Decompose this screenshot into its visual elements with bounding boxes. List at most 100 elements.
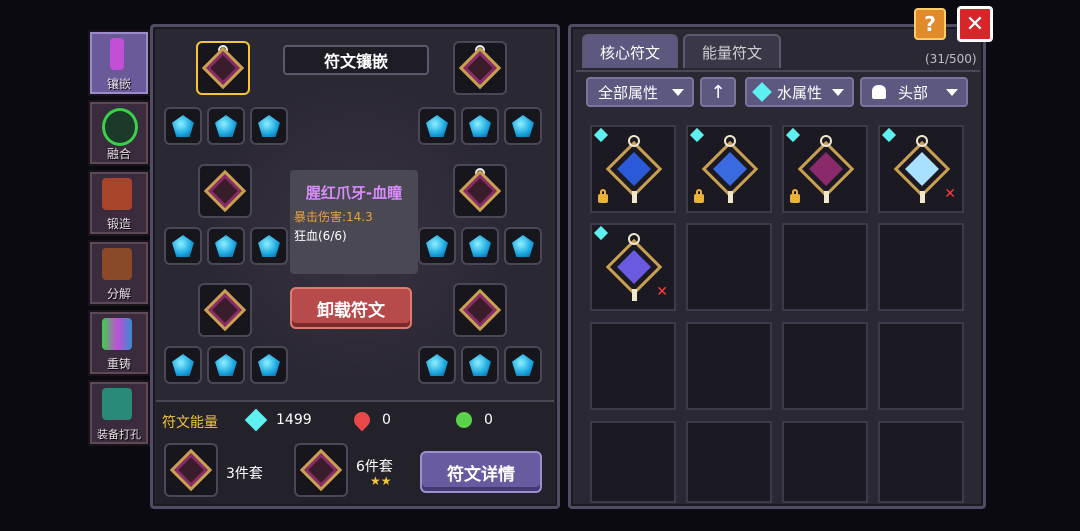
water-gem-icon	[469, 115, 491, 137]
tab-label: 分解	[106, 287, 131, 301]
panel-title: 符文镶嵌	[283, 45, 429, 75]
energy-slot[interactable]	[504, 227, 542, 265]
energy-slot[interactable]	[461, 107, 499, 145]
tab-label: 重铸	[106, 357, 131, 371]
rune-count: (31/500)	[925, 52, 977, 66]
inventory-slot[interactable]	[782, 125, 868, 213]
set6-slot[interactable]	[294, 443, 348, 497]
tab-socket[interactable]: 装备打孔	[88, 380, 150, 446]
energy-slot[interactable]	[504, 107, 542, 145]
close-icon: ✕	[656, 284, 668, 300]
energy-slot[interactable]	[164, 346, 202, 384]
tab-energy-runes[interactable]: 能量符文	[683, 34, 781, 68]
core-slot-mid-right[interactable]	[453, 164, 507, 218]
tab-inlay[interactable]: 镶嵌	[88, 30, 150, 96]
unload-rune-button[interactable]: 卸载符文	[290, 287, 412, 329]
rune-detail-button[interactable]: 符文详情	[420, 451, 542, 493]
lock-icon	[694, 189, 704, 203]
inventory-slot[interactable]	[782, 421, 868, 503]
energy-slot[interactable]	[250, 227, 288, 265]
filter-water[interactable]: 水属性	[745, 77, 854, 107]
inventory-slot[interactable]: ✕	[878, 125, 964, 213]
tab-label: 装备打孔	[97, 428, 141, 441]
stem-icon	[824, 191, 829, 203]
rune-icon	[169, 448, 213, 492]
energy-slot[interactable]	[250, 107, 288, 145]
rune-item	[605, 233, 663, 301]
rune-icon	[201, 46, 245, 90]
energy-slot[interactable]	[461, 346, 499, 384]
tab-fuse[interactable]: 融合	[88, 100, 150, 166]
chevron-down-icon	[672, 88, 684, 96]
inventory-slot[interactable]	[782, 322, 868, 410]
rune-set-bonus: 狂血(6/6)	[294, 229, 347, 243]
energy-slot[interactable]	[418, 107, 456, 145]
water-gem-icon	[426, 115, 448, 137]
energy-label: 符文能量	[162, 415, 218, 431]
tab-divider	[576, 70, 980, 72]
help-button[interactable]: ?	[914, 8, 946, 40]
water-gem-icon	[512, 235, 534, 257]
core-slot-top-right[interactable]	[453, 41, 507, 95]
rune-item	[701, 135, 759, 203]
core-slot-top-left[interactable]	[196, 41, 250, 95]
filter-head[interactable]: 头部	[860, 77, 968, 107]
water-attribute-icon	[689, 127, 705, 143]
tab-core-runes[interactable]: 核心符文	[582, 34, 678, 68]
energy-slot[interactable]	[207, 227, 245, 265]
water-gem-icon	[258, 115, 280, 137]
inventory-slot[interactable]	[686, 125, 772, 213]
tab-decompose[interactable]: 分解	[88, 240, 150, 306]
water-gem-icon	[426, 354, 448, 376]
core-slot-bottom-left[interactable]	[198, 283, 252, 337]
energy-slot[interactable]	[250, 346, 288, 384]
water-gem-icon	[469, 354, 491, 376]
set3-slot[interactable]	[164, 443, 218, 497]
close-icon: ✕	[965, 11, 985, 37]
rune-icon	[458, 46, 502, 90]
tab-recast[interactable]: 重铸	[88, 310, 150, 376]
close-icon: ✕	[944, 186, 956, 202]
inventory-slot[interactable]: ✕	[590, 223, 676, 311]
inventory-slot[interactable]	[686, 223, 772, 311]
inlay-icon	[110, 38, 124, 70]
energy-slot[interactable]	[504, 346, 542, 384]
ring-icon	[820, 135, 832, 147]
rune-name: 腥红爪牙-血瞳	[305, 184, 403, 202]
nature-energy-value: 0	[484, 412, 493, 428]
inventory-slot[interactable]	[878, 223, 964, 311]
water-gem-icon	[512, 115, 534, 137]
inventory-slot[interactable]	[686, 421, 772, 503]
water-gem-icon	[426, 235, 448, 257]
core-slot-bottom-right[interactable]	[453, 283, 507, 337]
sort-up-button[interactable]: ↑	[700, 77, 736, 107]
inventory-slot[interactable]	[878, 421, 964, 503]
rune-info-box: 腥红爪牙-血瞳 暴击伤害:14.3 狂血(6/6)	[290, 170, 418, 274]
water-gem-icon	[469, 235, 491, 257]
energy-slot[interactable]	[207, 107, 245, 145]
energy-slot[interactable]	[418, 346, 456, 384]
tab-forge[interactable]: 锻造	[88, 170, 150, 236]
recast-icon	[102, 318, 132, 350]
inventory-slot[interactable]	[686, 322, 772, 410]
ring-icon	[916, 135, 928, 147]
rune-icon	[203, 169, 247, 213]
inventory-slot[interactable]	[590, 421, 676, 503]
energy-slot[interactable]	[164, 227, 202, 265]
water-gem-icon	[215, 235, 237, 257]
energy-slot[interactable]	[418, 227, 456, 265]
filter-all-attributes[interactable]: 全部属性	[586, 77, 694, 107]
decompose-icon	[102, 248, 132, 280]
inventory-slot[interactable]	[878, 322, 964, 410]
question-icon: ?	[924, 12, 936, 36]
water-gem-icon	[172, 354, 194, 376]
energy-slot[interactable]	[461, 227, 499, 265]
rune-stat: 暴击伤害:14.3	[294, 210, 373, 224]
inventory-slot[interactable]	[590, 322, 676, 410]
inventory-slot[interactable]	[782, 223, 868, 311]
energy-slot[interactable]	[164, 107, 202, 145]
core-slot-mid-left[interactable]	[198, 164, 252, 218]
inventory-slot[interactable]	[590, 125, 676, 213]
close-button[interactable]: ✕	[957, 6, 993, 42]
energy-slot[interactable]	[207, 346, 245, 384]
